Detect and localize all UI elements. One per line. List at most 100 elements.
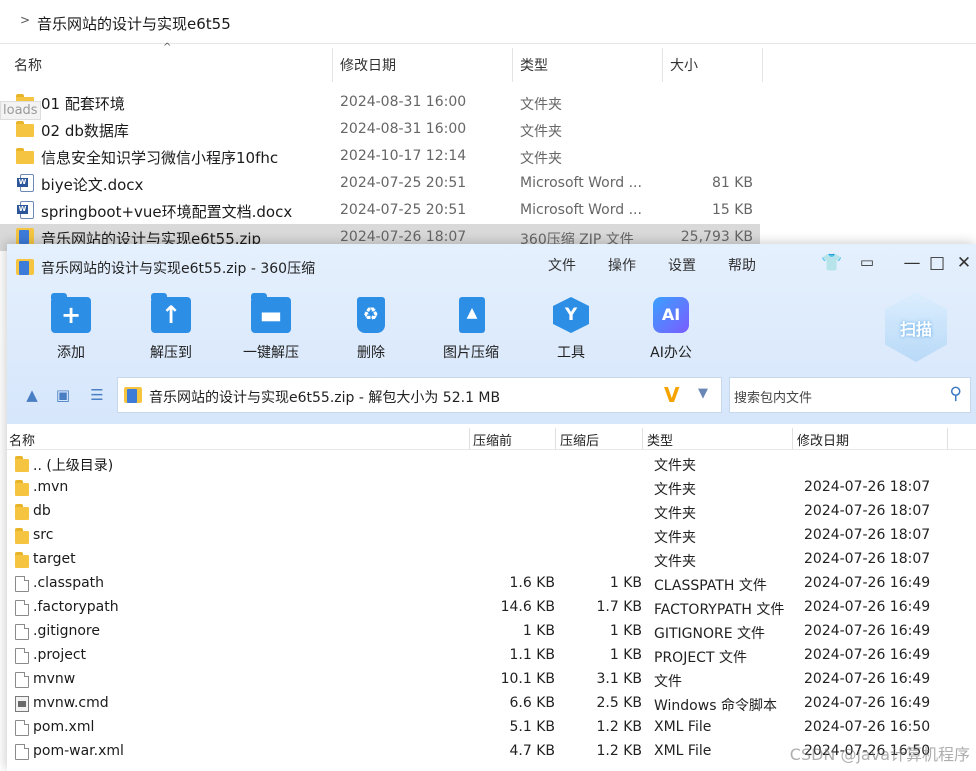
archive-path-text: 音乐网站的设计与实现e6t55.zip - 解包大小为 52.1 MB (149, 390, 501, 406)
column-divider[interactable] (469, 428, 470, 450)
scan-button[interactable]: 扫描 (885, 292, 947, 362)
menu-help[interactable]: 帮助 (728, 255, 756, 275)
zip-row[interactable]: mvnw 10.1 KB 3.1 KB 文件 2024-07-26 16:49 (7, 668, 976, 692)
row-before: 6.6 KB (509, 695, 556, 711)
column-divider[interactable] (762, 48, 763, 82)
zip-row[interactable]: .project 1.1 KB 1 KB PROJECT 文件 2024-07-… (7, 644, 976, 668)
zip-row[interactable]: .mvn 文件夹 2024-07-26 18:07 (7, 476, 976, 500)
row-date: 2024-07-26 16:49 (804, 671, 931, 687)
explorer-row[interactable]: springboot+vue环境配置文档.docx 2024-07-25 20:… (0, 197, 760, 224)
chevron-down-icon[interactable]: ▼ (698, 386, 708, 401)
breadcrumb-chevron-icon[interactable]: > (20, 13, 30, 27)
column-divider[interactable] (662, 48, 663, 82)
menu-file[interactable]: 文件 (548, 255, 576, 275)
row-type: 文件 (654, 674, 682, 690)
file-type: 文件夹 (520, 97, 562, 113)
column-divider[interactable] (512, 48, 513, 82)
column-before[interactable]: 压缩前 (473, 430, 512, 449)
zip-row[interactable]: .gitignore 1 KB 1 KB GITIGNORE 文件 2024-0… (7, 620, 976, 644)
row-type: 文件夹 (654, 506, 696, 522)
file-name: biye论文.docx (41, 176, 144, 194)
row-date: 2024-07-26 16:49 (804, 647, 931, 663)
row-type: GITIGNORE 文件 (654, 626, 766, 642)
row-name: src (33, 527, 54, 543)
row-after: 2.5 KB (596, 695, 643, 711)
zip-row[interactable]: target 文件夹 2024-07-26 18:07 (7, 548, 976, 572)
zip-row[interactable]: mvnw.cmd 6.6 KB 2.5 KB Windows 命令脚本 2024… (7, 692, 976, 716)
zip-row[interactable]: db 文件夹 2024-07-26 18:07 (7, 500, 976, 524)
up-arrow-icon[interactable]: ▲ (22, 386, 42, 406)
menu-operation[interactable]: 操作 (608, 255, 636, 275)
search-icon[interactable]: ⚲ (950, 384, 962, 404)
menu-settings[interactable]: 设置 (668, 255, 696, 275)
zip-row[interactable]: .classpath 1.6 KB 1 KB CLASSPATH 文件 2024… (7, 572, 976, 596)
file-icon (15, 624, 29, 640)
breadcrumb-path[interactable]: 音乐网站的设计与实现e6t55 (37, 13, 231, 34)
column-type[interactable]: 类型 (520, 55, 548, 75)
column-divider[interactable] (555, 428, 556, 450)
minimize-icon[interactable]: — (902, 253, 922, 273)
delete-button[interactable]: ♻ 删除 (331, 292, 411, 362)
explorer-row[interactable]: 01 配套环境 2024-08-31 16:00 文件夹 (0, 89, 760, 116)
column-after[interactable]: 压缩后 (560, 430, 599, 449)
row-name: .project (33, 647, 87, 663)
column-date[interactable]: 修改日期 (797, 430, 849, 449)
folder-icon (15, 480, 29, 496)
row-date: 2024-07-26 16:49 (804, 695, 931, 711)
close-icon[interactable]: ✕ (954, 253, 974, 273)
file-size: 15 KB (711, 202, 753, 218)
explorer-row[interactable]: biye论文.docx 2024-07-25 20:51 Microsoft W… (0, 170, 760, 197)
zip-row[interactable]: pom.xml 5.1 KB 1.2 KB XML File 2024-07-2… (7, 716, 976, 740)
file-name: 01 配套环境 (41, 95, 125, 113)
column-size[interactable]: 大小 (670, 55, 698, 75)
file-type: Microsoft Word ... (520, 202, 642, 218)
row-before: 1.6 KB (509, 575, 556, 591)
add-button[interactable]: + 添加 (31, 292, 111, 362)
zip-row[interactable]: src 文件夹 2024-07-26 18:07 (7, 524, 976, 548)
cmd-script-icon (15, 696, 29, 712)
row-name: .. (上级目录) (33, 458, 114, 474)
column-divider[interactable] (792, 428, 793, 450)
row-after: 3.1 KB (596, 671, 643, 687)
file-name: 信息安全知识学习微信小程序10fhc (41, 149, 279, 167)
explorer-row[interactable]: 02 db数据库 2024-08-31 16:00 文件夹 (0, 116, 760, 143)
zip-row[interactable]: .. (上级目录) 文件夹 (7, 452, 976, 476)
column-type[interactable]: 类型 (647, 430, 673, 449)
zip-window: 音乐网站的设计与实现e6t55.zip - 360压缩 文件 操作 设置 帮助 … (7, 244, 976, 771)
word-doc-icon (17, 174, 34, 192)
quick-extract-button[interactable]: ▬ 一键解压 (231, 292, 311, 362)
column-divider[interactable] (642, 428, 643, 450)
explorer-column-header: 名称 修改日期 类型 大小 (0, 48, 976, 82)
thumbnail-view-icon[interactable]: ▣ (53, 386, 73, 406)
skin-icon[interactable]: 👕 (821, 253, 842, 273)
column-divider[interactable] (332, 48, 333, 82)
extract-folder-icon: ↑ (151, 293, 191, 333)
search-input[interactable]: 搜索包内文件 ⚲ (729, 377, 971, 413)
zip-row[interactable]: .factorypath 14.6 KB 1.7 KB FACTORYPATH … (7, 596, 976, 620)
row-type: 文件夹 (654, 530, 696, 546)
column-name[interactable]: 名称 (9, 430, 35, 449)
image-compress-button[interactable]: ▲ 图片压缩 (431, 292, 511, 362)
file-icon (15, 672, 29, 688)
ai-office-button[interactable]: AI AI办公 (631, 292, 711, 362)
archive-path-field[interactable]: 音乐网站的设计与实现e6t55.zip - 解包大小为 52.1 MB V ▼ (117, 377, 722, 413)
feedback-icon[interactable]: ▭ (857, 253, 877, 271)
extract-to-button[interactable]: ↑ 解压到 (131, 292, 211, 362)
column-modified[interactable]: 修改日期 (340, 55, 396, 75)
row-after: 1 KB (609, 623, 642, 639)
recycle-bin-icon: ♻ (357, 297, 385, 333)
row-name: pom-war.xml (33, 743, 124, 759)
folder-icon (15, 504, 29, 520)
word-doc-icon (17, 201, 34, 219)
row-after: 1 KB (609, 647, 642, 663)
tools-button[interactable]: Y 工具 (531, 292, 611, 362)
explorer-row[interactable]: 信息安全知识学习微信小程序10fhc 2024-10-17 12:14 文件夹 (0, 143, 760, 170)
add-folder-icon: + (51, 293, 91, 333)
row-type: PROJECT 文件 (654, 650, 747, 666)
maximize-icon[interactable]: □ (927, 253, 947, 273)
column-divider[interactable] (947, 428, 948, 450)
brand-v-icon: V (664, 383, 680, 407)
explorer-address-bar[interactable]: > 音乐网站的设计与实现e6t55 (0, 0, 976, 44)
column-name[interactable]: 名称 (14, 55, 42, 75)
list-view-icon[interactable]: ☰ (87, 386, 107, 406)
